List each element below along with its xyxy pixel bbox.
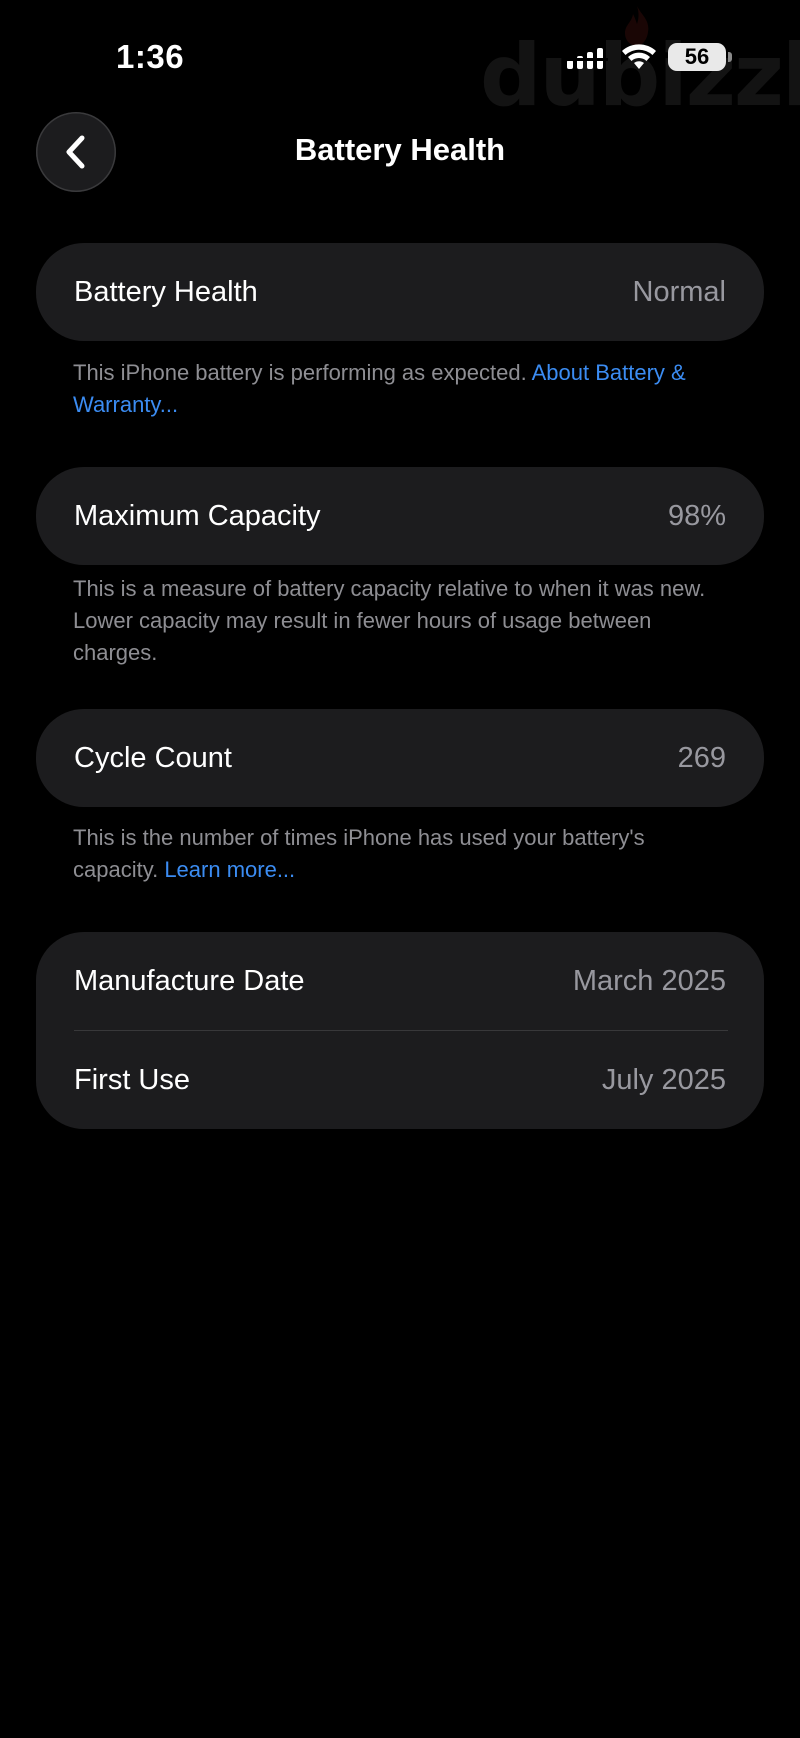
page-title: Battery Health <box>294 132 506 167</box>
maximum-capacity-card: Maximum Capacity 98% <box>36 467 764 565</box>
battery-health-description-text: This iPhone battery is performing as exp… <box>73 360 527 385</box>
cycle-count-description: This is the number of times iPhone has u… <box>73 822 733 886</box>
signal-icon <box>566 48 608 69</box>
manufacture-date-row: Manufacture Date March 2025 <box>36 932 764 1030</box>
cycle-count-card: Cycle Count 269 <box>36 709 764 807</box>
cycle-count-label: Cycle Count <box>74 741 232 774</box>
cycle-count-value: 269 <box>677 741 726 774</box>
manufacture-date-label: Manufacture Date <box>74 964 305 997</box>
status-time: 1:36 <box>116 38 185 75</box>
watermark-text: dubizzle <box>480 26 800 126</box>
first-use-value: July 2025 <box>601 1063 726 1096</box>
cycle-count-row: Cycle Count 269 <box>36 709 764 807</box>
battery-health-label: Battery Health <box>74 275 258 308</box>
battery-health-description: This iPhone battery is performing as exp… <box>73 357 733 421</box>
first-use-row: First Use July 2025 <box>36 1031 764 1129</box>
battery-icon: 56 <box>668 43 732 71</box>
battery-health-card: Battery Health Normal <box>36 243 764 341</box>
maximum-capacity-value: 98% <box>667 499 726 532</box>
status-bar: dubizzle 1:36 56 <box>0 0 800 126</box>
cycle-count-description-text: This is the number of times iPhone has u… <box>73 825 645 882</box>
battery-health-row: Battery Health Normal <box>36 243 764 341</box>
learn-more-link[interactable]: Learn more... <box>164 857 295 882</box>
first-use-label: First Use <box>74 1063 190 1096</box>
manufacture-date-value: March 2025 <box>572 964 726 997</box>
battery-health-value: Normal <box>632 275 726 308</box>
maximum-capacity-description: This is a measure of battery capacity re… <box>73 576 706 665</box>
wifi-icon <box>622 44 656 69</box>
dates-card: Manufacture Date March 2025 First Use Ju… <box>36 932 764 1129</box>
maximum-capacity-label: Maximum Capacity <box>74 499 321 532</box>
maximum-capacity-row: Maximum Capacity 98% <box>36 467 764 565</box>
